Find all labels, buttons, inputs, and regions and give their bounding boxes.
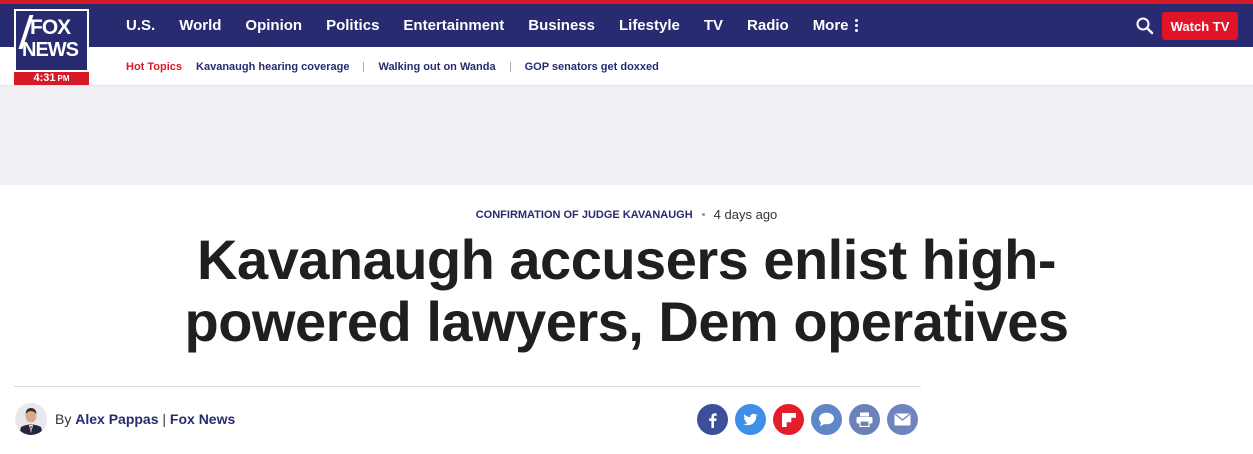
eyebrow-separator-dot — [701, 213, 705, 216]
logo-clock-time: 4:31 — [33, 72, 56, 84]
article-headline: Kavanaugh accusers enlist high-powered l… — [184, 228, 1070, 353]
nav-item-radio[interactable]: Radio — [747, 17, 789, 34]
hot-topic-link[interactable]: GOP senators get doxxed — [525, 61, 659, 73]
hot-topic-link[interactable]: Kavanaugh hearing coverage — [196, 61, 349, 73]
author-photo-icon — [15, 403, 47, 435]
hot-topics-list: Hot Topics Kavanaugh hearing coverage Wa… — [126, 47, 659, 86]
hot-topics-bar: Hot Topics Kavanaugh hearing coverage Wa… — [0, 47, 1253, 86]
hot-topic-divider — [509, 61, 511, 72]
primary-nav: U.S. World Opinion Politics Entertainmen… — [114, 4, 870, 47]
watch-tv-button[interactable]: Watch TV — [1162, 12, 1238, 40]
byline-text: By Alex Pappas | Fox News — [55, 411, 235, 427]
email-share-button[interactable] — [887, 404, 918, 435]
facebook-icon — [708, 412, 717, 428]
header-divider — [14, 386, 921, 387]
fox-news-logo[interactable]: FOX NEWS 4:31 PM — [14, 9, 89, 85]
author-name-link[interactable]: Alex Pappas — [75, 411, 158, 427]
search-icon — [1136, 17, 1154, 35]
advertisement-placeholder — [0, 86, 1253, 185]
logo-wordmark: FOX NEWS — [14, 9, 89, 72]
logo-news-text: NEWS — [22, 39, 79, 61]
nav-more-button[interactable]: More — [813, 17, 858, 34]
search-button[interactable] — [1135, 16, 1155, 36]
print-icon — [856, 412, 873, 427]
article-timestamp: 4 days ago — [713, 207, 778, 222]
main-navigation-bar: U.S. World Opinion Politics Entertainmen… — [0, 4, 1253, 47]
hot-topic-link[interactable]: Walking out on Wanda — [378, 61, 495, 73]
logo-fox-text: FOX — [30, 16, 71, 39]
nav-item-tv[interactable]: TV — [704, 17, 723, 34]
comments-button[interactable] — [811, 404, 842, 435]
comments-icon — [819, 412, 834, 427]
share-twitter-button[interactable] — [735, 404, 766, 435]
nav-item-politics[interactable]: Politics — [326, 17, 379, 34]
article-byline: By Alex Pappas | Fox News — [15, 402, 235, 436]
nav-item-business[interactable]: Business — [528, 17, 595, 34]
share-buttons — [697, 404, 925, 435]
print-button[interactable] — [849, 404, 880, 435]
logo-clock: 4:31 PM — [14, 72, 89, 85]
byline-organization-link[interactable]: Fox News — [170, 411, 235, 427]
byline-separator: | — [162, 411, 167, 427]
byline-prefix: By — [55, 411, 72, 427]
more-vertical-icon — [854, 18, 858, 33]
nav-item-us[interactable]: U.S. — [126, 17, 155, 34]
author-avatar[interactable] — [15, 403, 47, 435]
twitter-icon — [743, 413, 758, 426]
logo-clock-ampm: PM — [57, 74, 70, 83]
share-flipboard-button[interactable] — [773, 404, 804, 435]
hot-topic-divider — [363, 61, 365, 72]
nav-item-world[interactable]: World — [179, 17, 221, 34]
email-icon — [894, 413, 911, 426]
article-category-link[interactable]: CONFIRMATION OF JUDGE KAVANAUGH — [476, 209, 693, 221]
article-eyebrow: CONFIRMATION OF JUDGE KAVANAUGH 4 days a… — [0, 207, 1253, 222]
nav-item-entertainment[interactable]: Entertainment — [403, 17, 504, 34]
hot-topics-label: Hot Topics — [126, 60, 183, 73]
share-facebook-button[interactable] — [697, 404, 728, 435]
nav-item-lifestyle[interactable]: Lifestyle — [619, 17, 680, 34]
nav-more-label: More — [812, 17, 849, 34]
nav-item-opinion[interactable]: Opinion — [245, 17, 302, 34]
flipboard-icon — [781, 412, 796, 427]
